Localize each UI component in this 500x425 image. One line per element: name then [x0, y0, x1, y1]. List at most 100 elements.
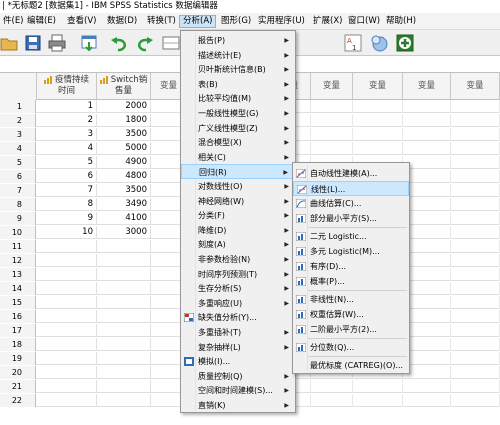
empty-cell[interactable] — [451, 128, 500, 141]
menu-file[interactable]: 件(E) — [0, 15, 27, 28]
save-icon[interactable] — [24, 34, 42, 52]
menu-utilities[interactable]: 实用程序(U) — [255, 15, 308, 28]
cell-duration[interactable] — [37, 282, 97, 295]
empty-cell[interactable] — [311, 128, 353, 141]
cell-sales[interactable] — [97, 296, 151, 309]
empty-cell[interactable] — [311, 380, 353, 393]
cell-duration[interactable] — [37, 366, 97, 379]
cell-duration[interactable] — [37, 240, 97, 253]
empty-cell[interactable] — [403, 170, 451, 183]
empty-cell[interactable] — [403, 352, 451, 365]
menu-analyze[interactable]: 分析(A) — [179, 15, 217, 28]
analyze-menu-item-20[interactable]: 多重插补(T) ▶ — [181, 325, 295, 340]
empty-cell[interactable] — [451, 184, 500, 197]
menu-extensions[interactable]: 扩展(X) — [310, 15, 345, 28]
row-number[interactable]: 9 — [0, 212, 36, 225]
analyze-menu-item-10[interactable]: 对数线性(O) ▶ — [181, 179, 295, 194]
empty-column-header[interactable]: 变量 — [311, 73, 353, 100]
analyze-menu-item-4[interactable]: 比较平均值(M) ▶ — [181, 91, 295, 106]
empty-column-header[interactable]: 变量 — [403, 73, 451, 100]
empty-cell[interactable] — [451, 212, 500, 225]
empty-cell[interactable] — [403, 212, 451, 225]
empty-cell[interactable] — [403, 114, 451, 127]
analyze-menu-item-22[interactable]: 模拟(I)... — [181, 354, 295, 369]
cell-sales[interactable]: 3490 — [97, 198, 151, 211]
empty-cell[interactable] — [403, 100, 451, 113]
cell-sales[interactable]: 3000 — [97, 226, 151, 239]
analyze-menu-item-9[interactable]: 回归(R) ▶ — [181, 164, 295, 180]
column-header[interactable]: Switch销 售量 — [97, 73, 151, 100]
row-number[interactable]: 17 — [0, 324, 36, 337]
empty-cell[interactable] — [353, 114, 403, 127]
cell-duration[interactable]: 5 — [37, 156, 97, 169]
empty-cell[interactable] — [311, 394, 353, 407]
cell-sales[interactable] — [97, 338, 151, 351]
empty-cell[interactable] — [451, 380, 500, 393]
print-icon[interactable] — [48, 34, 66, 52]
row-number[interactable]: 7 — [0, 184, 36, 197]
analyze-menu-item-2[interactable]: 贝叶斯统计信息(B) ▶ — [181, 62, 295, 77]
cell-duration[interactable]: 4 — [37, 142, 97, 155]
menu-edit[interactable]: 编辑(E) — [24, 15, 59, 28]
analyze-menu-item-7[interactable]: 混合模型(X) ▶ — [181, 135, 295, 150]
row-number[interactable]: 1 — [0, 100, 36, 113]
row-number[interactable]: 4 — [0, 142, 36, 155]
empty-cell[interactable] — [403, 142, 451, 155]
cell-sales[interactable]: 4900 — [97, 156, 151, 169]
analyze-menu-item-18[interactable]: 多重响应(U) ▶ — [181, 296, 295, 311]
empty-cell[interactable] — [403, 310, 451, 323]
empty-cell[interactable] — [311, 142, 353, 155]
empty-cell[interactable] — [451, 394, 500, 407]
row-number[interactable]: 2 — [0, 114, 36, 127]
regression-menu-item-6[interactable]: 有序(D)... — [293, 259, 409, 274]
regression-menu-item-2[interactable]: 曲线估算(C)... — [293, 196, 409, 211]
cell-duration[interactable] — [37, 296, 97, 309]
empty-column-header[interactable]: 变量 — [353, 73, 403, 100]
empty-column-header[interactable]: 变量 — [451, 73, 500, 100]
empty-cell[interactable] — [311, 114, 353, 127]
row-number[interactable]: 11 — [0, 240, 36, 253]
redo-icon[interactable] — [136, 34, 154, 52]
empty-cell[interactable] — [403, 324, 451, 337]
regression-menu-item-10[interactable]: 二阶最小平方(2)... — [293, 322, 409, 337]
cell-duration[interactable] — [37, 352, 97, 365]
cell-sales[interactable]: 5000 — [97, 142, 151, 155]
regression-menu-item-3[interactable]: 部分最小平方(S)... — [293, 211, 409, 226]
regression-menu-item-4[interactable]: 二元 Logistic... — [293, 229, 409, 244]
row-number[interactable]: 16 — [0, 310, 36, 323]
empty-cell[interactable] — [451, 142, 500, 155]
cell-sales[interactable] — [97, 282, 151, 295]
empty-cell[interactable] — [403, 240, 451, 253]
row-number[interactable]: 22 — [0, 394, 36, 407]
empty-cell[interactable] — [403, 268, 451, 281]
menu-help[interactable]: 帮助(H) — [383, 15, 419, 28]
undo-icon[interactable] — [110, 34, 128, 52]
regression-menu-item-12[interactable]: 最优标度 (CATREG)(O)... — [293, 358, 409, 373]
analyze-menu-item-23[interactable]: 质量控制(Q) ▶ — [181, 369, 295, 384]
regression-menu-item-8[interactable]: 非线性(N)... — [293, 292, 409, 307]
cell-duration[interactable] — [37, 268, 97, 281]
cell-duration[interactable] — [37, 254, 97, 267]
empty-cell[interactable] — [451, 282, 500, 295]
empty-cell[interactable] — [403, 338, 451, 351]
row-number[interactable]: 10 — [0, 226, 36, 239]
cell-sales[interactable]: 2000 — [97, 100, 151, 113]
empty-cell[interactable] — [451, 254, 500, 267]
cell-sales[interactable]: 4800 — [97, 170, 151, 183]
row-number[interactable]: 12 — [0, 254, 36, 267]
empty-cell[interactable] — [353, 142, 403, 155]
analyze-menu-item-3[interactable]: 表(B) ▶ — [181, 77, 295, 92]
goto-case-icon[interactable] — [162, 34, 180, 52]
cell-sales[interactable] — [97, 380, 151, 393]
empty-cell[interactable] — [403, 394, 451, 407]
empty-cell[interactable] — [451, 310, 500, 323]
analyze-menu-item-13[interactable]: 降维(D) ▶ — [181, 223, 295, 238]
analyze-menu-item-19[interactable]: 缺失值分析(Y)... — [181, 310, 295, 325]
open-folder-icon[interactable] — [0, 34, 18, 52]
row-number[interactable]: 18 — [0, 338, 36, 351]
regression-menu-item-5[interactable]: 多元 Logistic(M)... — [293, 244, 409, 259]
cell-duration[interactable]: 6 — [37, 170, 97, 183]
row-number[interactable]: 8 — [0, 198, 36, 211]
menu-data[interactable]: 数据(D) — [104, 15, 140, 28]
cell-sales[interactable]: 3500 — [97, 128, 151, 141]
